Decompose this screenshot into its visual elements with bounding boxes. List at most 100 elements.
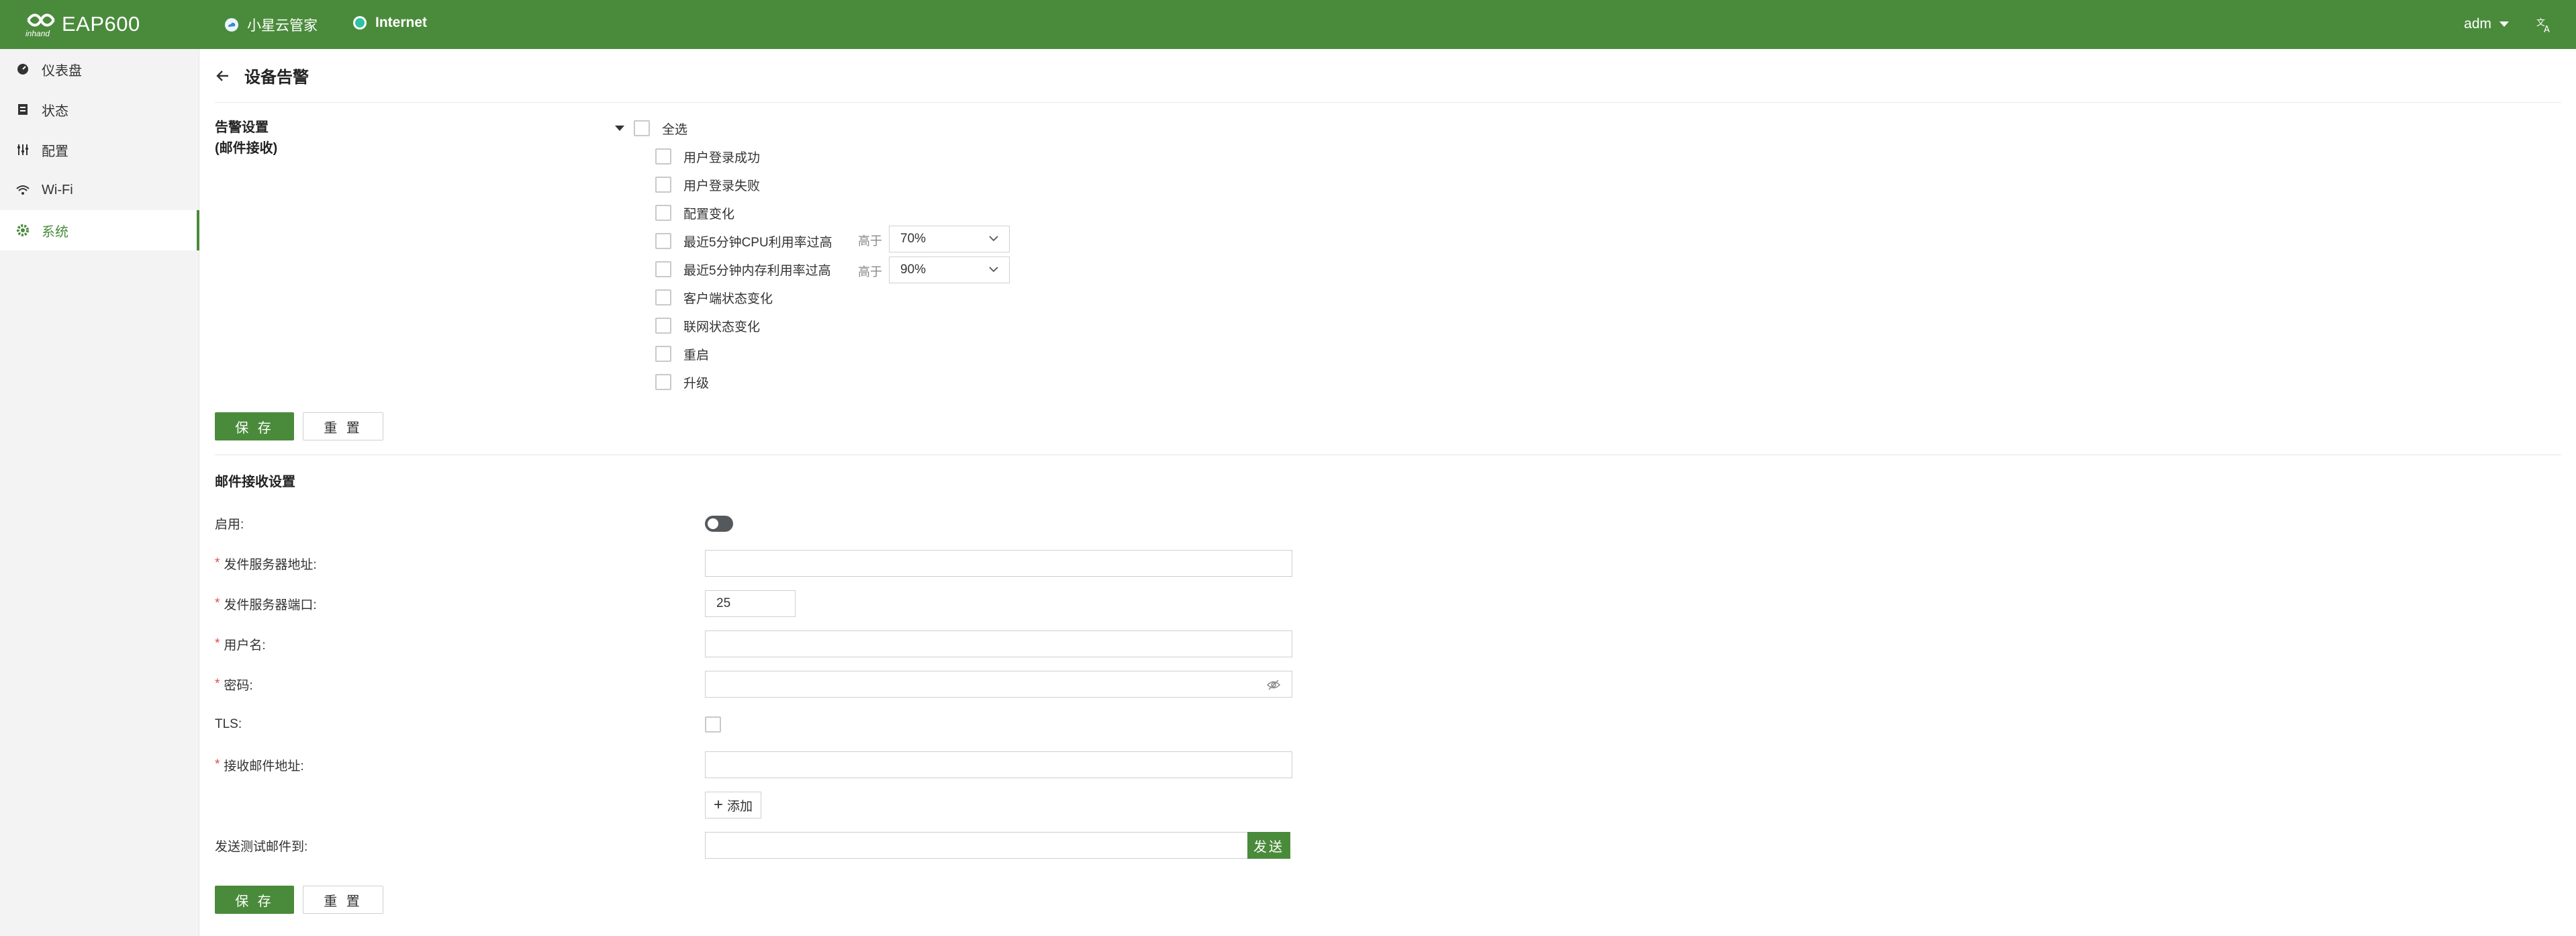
language-icon[interactable]: 文 A [2536, 16, 2553, 34]
alarm-option-checkbox[interactable] [655, 233, 671, 249]
alarm-option-checkbox[interactable] [655, 289, 671, 306]
alarm-save-button[interactable]: 保 存 [215, 412, 294, 440]
sidebar-item-dashboard[interactable]: 仪表盘 [0, 49, 199, 89]
select-all-row: 全选 [615, 120, 687, 137]
username-input[interactable] [705, 630, 1292, 657]
divider [215, 102, 2561, 103]
toggle-knob [708, 518, 718, 529]
select-all-label: 全选 [662, 122, 688, 137]
sidebar-item-label: 仪表盘 [42, 63, 82, 79]
add-label: 添加 [727, 799, 753, 814]
required-marker: * [215, 677, 220, 691]
required-marker: * [215, 637, 220, 651]
enable-toggle[interactable] [705, 516, 733, 532]
threshold-prefix: 高于 [858, 265, 882, 279]
dashboard-icon [17, 64, 28, 75]
memory-threshold-value: 90% [900, 263, 926, 277]
alarm-option-row: 配置变化 [655, 204, 734, 222]
memory-threshold-select[interactable]: 90% [889, 256, 1010, 283]
sidebar-item-config[interactable]: 配置 [0, 130, 199, 170]
alarm-option-checkbox[interactable] [655, 177, 671, 193]
threshold-prefix: 高于 [858, 234, 882, 248]
cloud-icon [225, 18, 238, 32]
status-icon [18, 104, 28, 115]
port-label: * 发件服务器端口: [215, 590, 317, 617]
alarm-option-checkbox[interactable] [655, 261, 671, 277]
sidebar-item-status[interactable]: 状态 [0, 89, 199, 130]
add-recipient-button[interactable]: + 添加 [705, 792, 761, 818]
gear-icon [17, 224, 29, 236]
cpu-threshold-value: 70% [900, 232, 926, 246]
main-content: 设备告警 告警设置 (邮件接收) 全选 用户登录成功 用户登录失败 配置变化 最… [200, 49, 2576, 936]
server-label-text: 发件服务器地址: [224, 557, 317, 572]
send-test-button[interactable]: 发送 [1247, 832, 1290, 859]
sidebar-item-label: 系统 [42, 224, 68, 240]
recipient-input[interactable] [705, 751, 1292, 778]
alarm-option-label: 联网状态变化 [683, 320, 761, 334]
alarm-settings-subtitle: (邮件接收) [215, 141, 278, 156]
device-model: EAP600 [62, 12, 140, 36]
select-all-checkbox[interactable] [634, 120, 650, 136]
mail-save-button[interactable]: 保 存 [215, 886, 294, 914]
alarm-option-checkbox[interactable] [655, 205, 671, 221]
cpu-threshold-select[interactable]: 70% [889, 226, 1010, 252]
sidebar-item-system[interactable]: 系统 [0, 210, 199, 250]
user-menu[interactable]: adm [2464, 16, 2509, 32]
internet-status-icon [353, 16, 367, 30]
password-label: * 密码: [215, 671, 253, 698]
internet-label: Internet [375, 15, 428, 30]
alarm-option-label: 升级 [683, 376, 710, 391]
smtp-server-input[interactable] [705, 550, 1292, 577]
username: adm [2464, 16, 2491, 32]
recipient-label-text: 接收邮件地址: [224, 759, 304, 774]
page-header: 设备告警 [215, 64, 309, 87]
inhand-logo-icon: inhand [26, 13, 55, 38]
cloud-manager-link[interactable]: 小星云管家 [224, 15, 318, 35]
brand-logo[interactable]: inhand EAP600 [24, 9, 140, 39]
internet-status[interactable]: Internet [352, 15, 427, 31]
required-marker: * [215, 596, 220, 610]
alarm-option-row: 用户登录失败 [655, 176, 760, 193]
alarm-option-label: 客户端状态变化 [683, 291, 773, 306]
top-bar: inhand EAP600 小星云管家 Internet adm 文 A [0, 0, 2576, 49]
collapse-caret-icon[interactable] [615, 126, 624, 131]
chevron-down-icon [2499, 21, 2509, 27]
server-label: * 发件服务器地址: [215, 550, 317, 577]
cloud-manager-label: 小星云管家 [247, 18, 318, 34]
config-icon [17, 144, 28, 155]
alarm-option-row: 最近5分钟内存利用率过高 [655, 261, 831, 278]
svg-text:A: A [2544, 25, 2550, 34]
username-label-text: 用户名: [224, 638, 266, 653]
alarm-option-label: 最近5分钟内存利用率过高 [683, 263, 831, 278]
alarm-option-checkbox[interactable] [655, 318, 671, 334]
alarm-settings-label: 告警设置 (邮件接收) [215, 118, 277, 159]
alarm-option-label: 配置变化 [683, 207, 735, 222]
password-input[interactable] [705, 671, 1292, 698]
tls-label: TLS: [215, 711, 242, 738]
tls-checkbox[interactable] [705, 716, 721, 733]
plus-icon: + [713, 796, 723, 814]
alarm-option-row: 用户登录成功 [655, 148, 760, 165]
smtp-port-input[interactable]: 25 [705, 590, 796, 617]
alarm-reset-button[interactable]: 重 置 [303, 412, 383, 440]
alarm-option-label: 重启 [683, 348, 710, 363]
mail-reset-button[interactable]: 重 置 [303, 886, 383, 914]
test-mail-label: 发送测试邮件到: [215, 832, 307, 859]
required-marker: * [215, 556, 220, 570]
recipient-label: * 接收邮件地址: [215, 751, 304, 778]
alarm-option-checkbox[interactable] [655, 374, 671, 390]
eye-off-icon[interactable] [1266, 678, 1281, 692]
alarm-option-row: 客户端状态变化 [655, 289, 773, 306]
chevron-down-icon [989, 267, 998, 273]
back-arrow-icon[interactable] [215, 68, 231, 84]
sidebar: 仪表盘 状态 配置 Wi-Fi 系统 [0, 49, 199, 936]
sidebar-item-wifi[interactable]: Wi-Fi [0, 170, 199, 210]
test-mail-input[interactable] [705, 832, 1249, 859]
alarm-option-checkbox[interactable] [655, 346, 671, 362]
port-label-text: 发件服务器端口: [224, 598, 317, 612]
alarm-option-row: 升级 [655, 373, 709, 391]
password-label-text: 密码: [224, 678, 253, 693]
alarm-option-checkbox[interactable] [655, 148, 671, 165]
alarm-settings-title: 告警设置 [215, 120, 269, 135]
alarm-option-label: 用户登录成功 [683, 150, 761, 165]
